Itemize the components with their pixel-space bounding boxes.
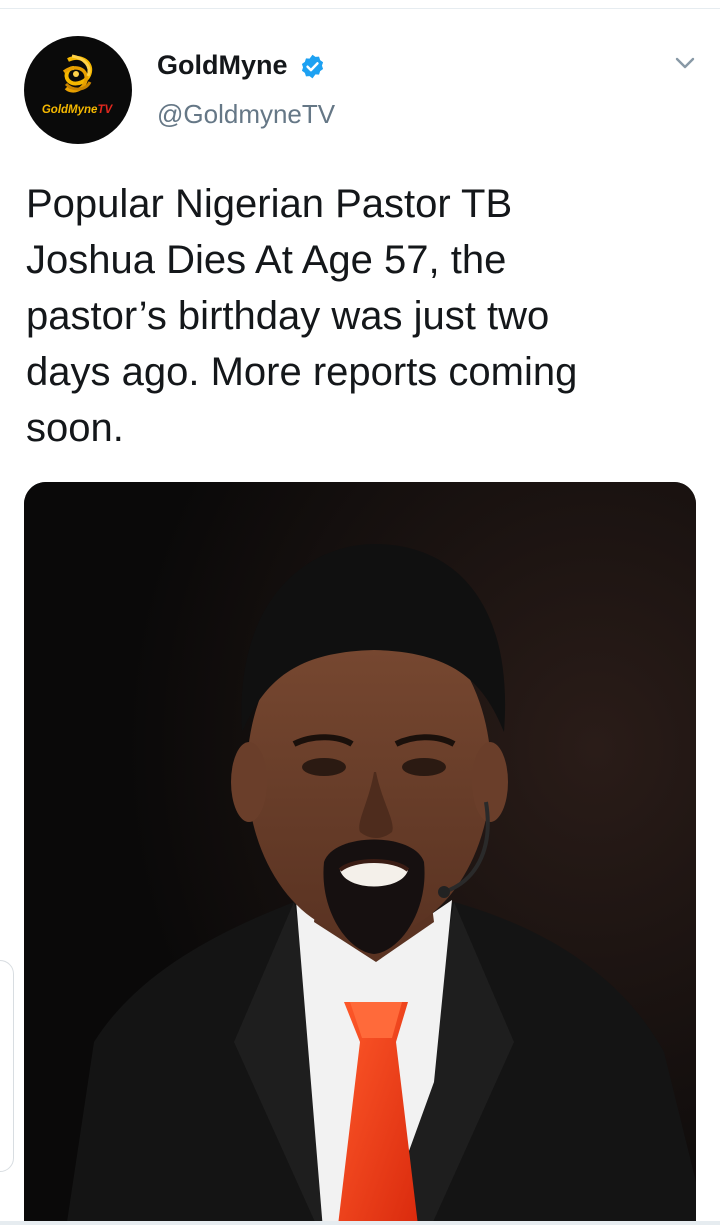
bottom-divider	[0, 1221, 720, 1225]
author-handle[interactable]: @GoldmyneTV	[157, 99, 335, 130]
adjacent-card-edge	[0, 960, 14, 1172]
tweet-text: Popular Nigerian Pastor TB Joshua Dies A…	[26, 182, 578, 450]
portrait-photo	[24, 482, 696, 1225]
tweet-photo[interactable]	[24, 482, 696, 1225]
verified-badge-icon	[301, 54, 324, 79]
goldmyne-tv-logo-icon: GoldMyneTV	[42, 54, 114, 116]
display-name[interactable]: GoldMyne	[157, 50, 288, 81]
avatar-logo-text: GoldMyneTV	[42, 104, 114, 116]
chevron-down-icon[interactable]	[672, 54, 698, 72]
avatar[interactable]: GoldMyneTV	[24, 36, 132, 144]
top-divider	[0, 8, 720, 9]
tweet-page: GoldMyneTV GoldMyne @GoldmyneTV Popular …	[0, 0, 720, 1225]
